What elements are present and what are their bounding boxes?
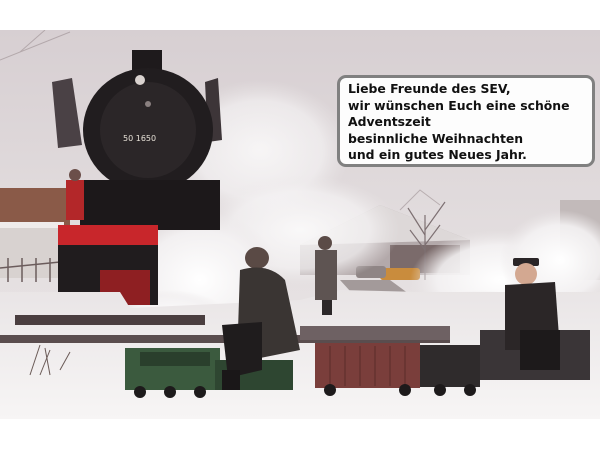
buffer-beam bbox=[58, 225, 158, 247]
greeting-line: Adventszeit bbox=[348, 114, 431, 130]
greeting-card: 50 1650 Liebe Freunde des SEV, wir wünsc… bbox=[0, 0, 600, 450]
headlamp bbox=[135, 75, 145, 85]
greeting-line: besinnliche Weihnachten bbox=[348, 130, 524, 146]
greeting-line: und ein gutes Neues Jahr. bbox=[348, 147, 527, 163]
locomotive-number: 50 1650 bbox=[123, 134, 156, 143]
greeting-line: Liebe Freunde des SEV, bbox=[348, 81, 511, 96]
greeting-line: wir wünschen Euch eine schöne bbox=[348, 97, 570, 113]
track-bed bbox=[15, 315, 205, 325]
small-locomotive-right bbox=[420, 345, 480, 387]
white-building bbox=[0, 226, 62, 278]
freight-wagon bbox=[315, 343, 420, 388]
greeting-text-box: Liebe Freunde des SEV, wir wünschen Euch… bbox=[337, 75, 595, 167]
person-red-jacket bbox=[66, 180, 84, 220]
